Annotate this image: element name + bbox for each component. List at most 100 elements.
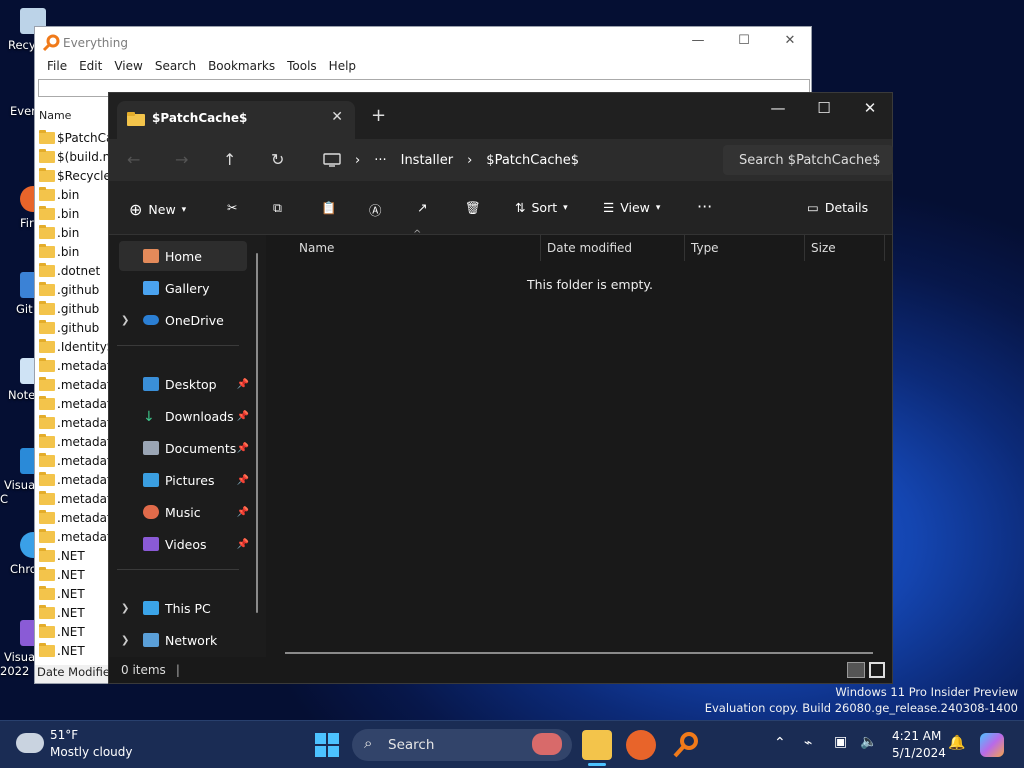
nav-scrollbar[interactable] [256, 253, 258, 613]
file-explorer-window[interactable]: $PatchCache$ ✕ + — ☐ ✕ ← → ↑ ↻ › ··· Ins… [108, 92, 893, 684]
back-arrow-icon[interactable]: ← [127, 150, 140, 169]
weather-cloud-icon [16, 733, 44, 753]
display-icon[interactable]: ▣ [834, 734, 847, 750]
nav-music[interactable]: Music 📌 [119, 497, 249, 527]
column-header-date-modified[interactable]: Date modified [541, 235, 685, 261]
rename-icon[interactable]: Ⓐ [369, 200, 382, 219]
pin-icon[interactable]: 📌 [237, 411, 249, 422]
nav-desktop[interactable]: Desktop 📌 [119, 369, 249, 399]
menu-tools[interactable]: Tools [281, 59, 323, 79]
taskbar-search[interactable]: ⌕ Search [352, 729, 572, 761]
pin-icon[interactable]: 📌 [237, 539, 249, 550]
menu-help[interactable]: Help [323, 59, 362, 79]
folder-icon [39, 566, 55, 581]
pin-icon[interactable]: 📌 [237, 475, 249, 486]
up-arrow-icon[interactable]: ↑ [223, 150, 236, 169]
nav-gallery[interactable]: Gallery [119, 273, 247, 303]
nav-onedrive[interactable]: ❯ OneDrive [119, 305, 247, 335]
start-button[interactable] [315, 733, 339, 757]
desktop-icon-visual-studio-code[interactable]: Visua C [0, 448, 46, 506]
column-header-name[interactable]: Name [293, 235, 541, 261]
everything-titlebar[interactable]: Everything — ☐ ✕ [35, 27, 811, 59]
details-button[interactable]: ▭ Details [807, 200, 868, 215]
more-options-button[interactable]: ··· [697, 197, 712, 216]
horizontal-scrollbar[interactable] [285, 652, 873, 654]
breadcrumb-patchcache[interactable]: $PatchCache$ [486, 153, 579, 168]
share-icon[interactable]: ↗ [417, 200, 427, 215]
pin-icon[interactable]: 📌 [237, 443, 249, 454]
network-icon[interactable]: ⌁ [804, 735, 812, 751]
nav-network[interactable]: ❯ Network [119, 625, 247, 655]
close-button[interactable]: ✕ [767, 33, 813, 48]
desktop-icon-git[interactable]: Git [0, 272, 46, 316]
desktop-icon-visual-studio[interactable]: Visua 2022 [0, 620, 46, 678]
breadcrumb-overflow[interactable]: ··· [374, 153, 386, 168]
details-view-icon[interactable] [847, 662, 865, 678]
copy-icon[interactable]: ⧉ [273, 200, 282, 216]
minimize-button[interactable]: — [755, 99, 801, 117]
desktop-icon-recycle-bin[interactable]: Recy [0, 8, 46, 52]
folder-icon [39, 262, 55, 277]
watermark-line2: Evaluation copy. Build 26080.ge_release.… [704, 701, 1018, 715]
new-button[interactable]: ⊕ New ▾ [129, 200, 186, 219]
forward-arrow-icon[interactable]: → [175, 150, 188, 169]
everything-taskbar-icon[interactable] [672, 731, 700, 759]
pin-icon[interactable]: 📌 [237, 379, 249, 390]
column-header-type[interactable]: Type [685, 235, 805, 261]
column-header-name[interactable]: Name [39, 109, 71, 122]
weather-temperature[interactable]: 51°F [50, 728, 78, 742]
nav-documents[interactable]: Documents 📌 [119, 433, 249, 463]
chevron-right-icon[interactable]: ❯ [121, 315, 129, 326]
breadcrumb-installer[interactable]: Installer [401, 153, 453, 168]
volume-icon[interactable]: 🔈 [860, 734, 877, 750]
nav-pictures[interactable]: Pictures 📌 [119, 465, 249, 495]
tab-patchcache[interactable]: $PatchCache$ ✕ [117, 101, 355, 139]
minimize-button[interactable]: — [675, 33, 721, 48]
nav-home[interactable]: Home [119, 241, 247, 271]
view-button[interactable]: ☰ View ▾ [603, 200, 660, 215]
maximize-button[interactable]: ☐ [721, 33, 767, 48]
desktop-icon-everything[interactable]: Ever [0, 104, 36, 118]
chevron-right-icon[interactable]: ❯ [121, 603, 129, 614]
sort-button[interactable]: ⇅ Sort ▾ [515, 200, 568, 215]
menu-file[interactable]: File [41, 59, 73, 79]
file-list-area[interactable]: ^ Name Date modified Type Size This fold… [267, 229, 892, 660]
delete-icon[interactable]: 🗑 [465, 200, 481, 216]
desktop-icon-firefox[interactable]: Fir [0, 186, 46, 230]
download-icon: ↓ [143, 409, 155, 425]
refresh-icon[interactable]: ↻ [271, 150, 284, 169]
new-tab-button[interactable]: + [371, 105, 386, 126]
search-icon: ⌕ [364, 734, 373, 752]
desktop-icon-notepad[interactable]: Note [0, 358, 46, 402]
paste-icon[interactable]: 📋 [321, 200, 337, 216]
menu-view[interactable]: View [108, 59, 148, 79]
menu-bookmarks[interactable]: Bookmarks [202, 59, 281, 79]
search-input[interactable]: Search $PatchCache$ [723, 145, 893, 175]
maximize-button[interactable]: ☐ [801, 99, 847, 117]
chevron-up-icon[interactable]: ⌃ [774, 735, 786, 751]
pin-icon[interactable]: 📌 [237, 507, 249, 518]
file-explorer-taskbar-icon[interactable] [582, 730, 612, 760]
copilot-icon[interactable] [980, 733, 1004, 757]
weather-description[interactable]: Mostly cloudy [50, 745, 133, 759]
command-bar: ⊕ New ▾ ✂ ⧉ 📋 Ⓐ ↗ 🗑 ⇅ Sort ▾ ☰ View ▾ ··· ▭ Det… [109, 181, 892, 235]
menu-search[interactable]: Search [149, 59, 202, 79]
everything-menubar: File Edit View Search Bookmarks Tools He… [35, 59, 811, 79]
flowers-icon [532, 733, 562, 755]
column-header-size[interactable]: Size [805, 235, 885, 261]
nav-videos[interactable]: Videos 📌 [119, 529, 249, 559]
desktop-icon-chrome[interactable]: Chro [0, 532, 46, 576]
close-button[interactable]: ✕ [847, 99, 893, 117]
clock-time[interactable]: 4:21 AM [892, 729, 941, 743]
nav-this-pc[interactable]: ❯ This PC [119, 593, 247, 623]
cut-icon[interactable]: ✂ [227, 200, 237, 215]
clock-date[interactable]: 5/1/2024 [892, 746, 946, 760]
firefox-taskbar-icon[interactable] [626, 730, 656, 760]
chevron-right-icon[interactable]: ❯ [121, 635, 129, 646]
tiles-view-icon[interactable] [869, 662, 885, 678]
breadcrumb[interactable]: › ··· Installer › $PatchCache$ [311, 145, 715, 175]
close-tab-icon[interactable]: ✕ [331, 109, 343, 125]
notification-bell-icon[interactable]: 🔔 [948, 735, 965, 751]
menu-edit[interactable]: Edit [73, 59, 108, 79]
nav-downloads[interactable]: ↓ Downloads 📌 [119, 401, 249, 431]
